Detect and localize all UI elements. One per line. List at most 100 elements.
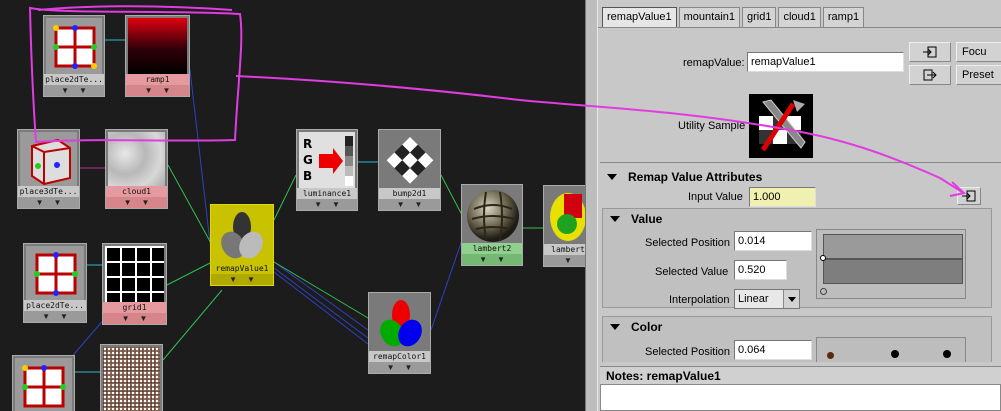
tab-grid1[interactable]: grid1 (742, 7, 777, 27)
node-label: lambert2 (462, 243, 522, 254)
wire (430, 239, 463, 331)
node-bump2d1[interactable]: bump2d1 ▼ ▼ (378, 129, 441, 211)
color-selected-position-field[interactable]: 0.064 (734, 340, 812, 360)
node-place2dtexture1[interactable]: place2dTe... ▼ ▼ (43, 15, 105, 97)
node-label: grid1 (103, 302, 166, 313)
tab-cloud1[interactable]: cloud1 (778, 7, 821, 27)
wire (273, 271, 369, 345)
node-ports[interactable]: ▼ ▼ (369, 362, 430, 373)
node-ports[interactable]: ▼ ▼ (297, 199, 357, 210)
collapse-arrow-icon[interactable] (610, 216, 620, 222)
node-ports[interactable]: ▼ ▼ (24, 311, 86, 322)
bump-icon (381, 132, 438, 188)
remapcolor-icon (371, 295, 428, 351)
place2d-icon (46, 18, 102, 74)
node-luminance1[interactable]: R G B luminance1 ▼ ▼ (296, 129, 358, 211)
node-label: bump2d1 (379, 188, 440, 199)
ramp-thumbnail (128, 18, 187, 74)
section-remap-value-attributes[interactable]: Remap Value Attributes (600, 167, 1001, 188)
panel-splitter[interactable] (585, 0, 598, 411)
node-ports[interactable]: ▼ ▼ (126, 85, 189, 96)
node-ports[interactable]: ▼ ▼ (462, 254, 522, 265)
section-value[interactable]: Value (603, 209, 1001, 230)
node-ports[interactable]: ▼ ▼ (44, 85, 104, 96)
node-ports[interactable]: ▼ ▼ (211, 274, 273, 285)
tab-underline (598, 27, 1001, 28)
focus-button[interactable]: Focu (956, 42, 1001, 62)
node-cloud1[interactable]: cloud1 ▼ ▼ (105, 129, 168, 209)
wire (273, 267, 369, 339)
place3d-icon (20, 132, 77, 186)
noise-thumbnail (103, 347, 160, 411)
color-ramp-point[interactable] (827, 352, 834, 359)
focus-output-button[interactable] (909, 65, 951, 85)
hypershade-graph[interactable]: place2dTe... ▼▼ ramp1 ▼▼ place3dTe... (0, 0, 585, 411)
notes-header: Notes: remapValue1 (600, 366, 1001, 384)
attributes-scroll-panel[interactable]: Remap Value Attributes Input Value 1.000… (600, 162, 1001, 362)
input-connection-button[interactable] (957, 187, 981, 205)
svg-text:B: B (303, 169, 312, 183)
section-title: Remap Value Attributes (628, 170, 763, 184)
ramp-point-handle[interactable] (820, 255, 826, 261)
node-ports[interactable]: ▼ ▼ (379, 199, 440, 210)
node-remapcolor1[interactable]: remapColor1 ▼ ▼ (368, 292, 431, 374)
node-place2dtexture3[interactable] (12, 355, 75, 411)
node-label: cloud1 (106, 186, 167, 197)
node-grid1[interactable]: grid1 ▼ ▼ (102, 243, 167, 325)
color-ramp-point[interactable] (891, 350, 899, 358)
selected-value-field[interactable]: 0.520 (734, 260, 787, 280)
chevron-down-icon (783, 290, 799, 308)
node-label: place2dTe... (24, 300, 86, 311)
input-value-field[interactable]: 1.000 (749, 187, 816, 207)
node-ramp1[interactable]: ramp1 ▼ ▼ (125, 15, 190, 97)
node-lambert2[interactable]: lambert2 ▼ ▼ (461, 184, 523, 266)
node-ports[interactable]: ▼ (544, 255, 585, 266)
collapse-arrow-icon[interactable] (607, 174, 617, 180)
input-connection-icon (962, 190, 976, 202)
section-title: Color (631, 320, 663, 334)
color-ramp-graph[interactable] (816, 337, 966, 362)
focus-input-button[interactable] (909, 42, 951, 62)
wire (189, 69, 213, 261)
section-title: Value (631, 212, 663, 226)
node-ports[interactable]: ▼ ▼ (18, 197, 79, 208)
collapse-arrow-icon[interactable] (610, 324, 620, 330)
node-name-field[interactable]: remapValue1 (747, 52, 904, 72)
node-ports[interactable]: ▼ ▼ (106, 197, 167, 208)
maya-window: place2dTe... ▼▼ ramp1 ▼▼ place3dTe... (0, 0, 1001, 411)
place2d-icon (15, 358, 72, 411)
node-tabs: remapValue1 mountain1 grid1 cloud1 ramp1 (602, 7, 865, 28)
node-shading-group[interactable]: lambert ▼ (543, 185, 585, 267)
node-place3dtexture[interactable]: place3dTe... ▼ ▼ (17, 129, 80, 209)
tab-ramp1[interactable]: ramp1 (822, 7, 865, 27)
color-ramp-point[interactable] (943, 350, 951, 358)
wire (273, 261, 369, 319)
wire (273, 174, 297, 221)
interpolation-dropdown[interactable]: Linear (734, 289, 800, 309)
node-ports[interactable]: ▼ ▼ (103, 313, 166, 324)
notes-textarea[interactable] (600, 384, 1001, 411)
selected-position-field[interactable]: 0.014 (734, 231, 812, 251)
utility-swatch[interactable] (749, 94, 813, 158)
tab-mountain1[interactable]: mountain1 (678, 7, 740, 27)
section-color[interactable]: Color (603, 317, 1001, 338)
node-place2dtexture2[interactable]: place2dTe... ▼ ▼ (23, 243, 87, 323)
wire (440, 174, 463, 216)
svg-text:R: R (303, 137, 312, 151)
swatch-label: Utility Sample (678, 120, 746, 132)
node-remapvalue1[interactable]: remapValue1 ▼ ▼ (210, 204, 274, 286)
node-type-label: remapValue: (683, 57, 745, 69)
node-label: ramp1 (126, 74, 189, 85)
node-mountain1[interactable] (100, 344, 163, 411)
wire (273, 261, 369, 331)
shading-group-icon (546, 188, 585, 244)
presets-button[interactable]: Preset (956, 65, 1001, 85)
utility-sample-icon (759, 99, 806, 152)
tab-remapvalue1[interactable]: remapValue1 (602, 7, 677, 28)
delete-point-icon[interactable] (820, 288, 827, 295)
svg-text:G: G (303, 153, 313, 167)
cloud-thumbnail (108, 132, 165, 186)
value-ramp-graph[interactable] (816, 229, 966, 299)
input-connection-icon (923, 46, 937, 58)
ramp-curve-area[interactable] (823, 234, 963, 284)
